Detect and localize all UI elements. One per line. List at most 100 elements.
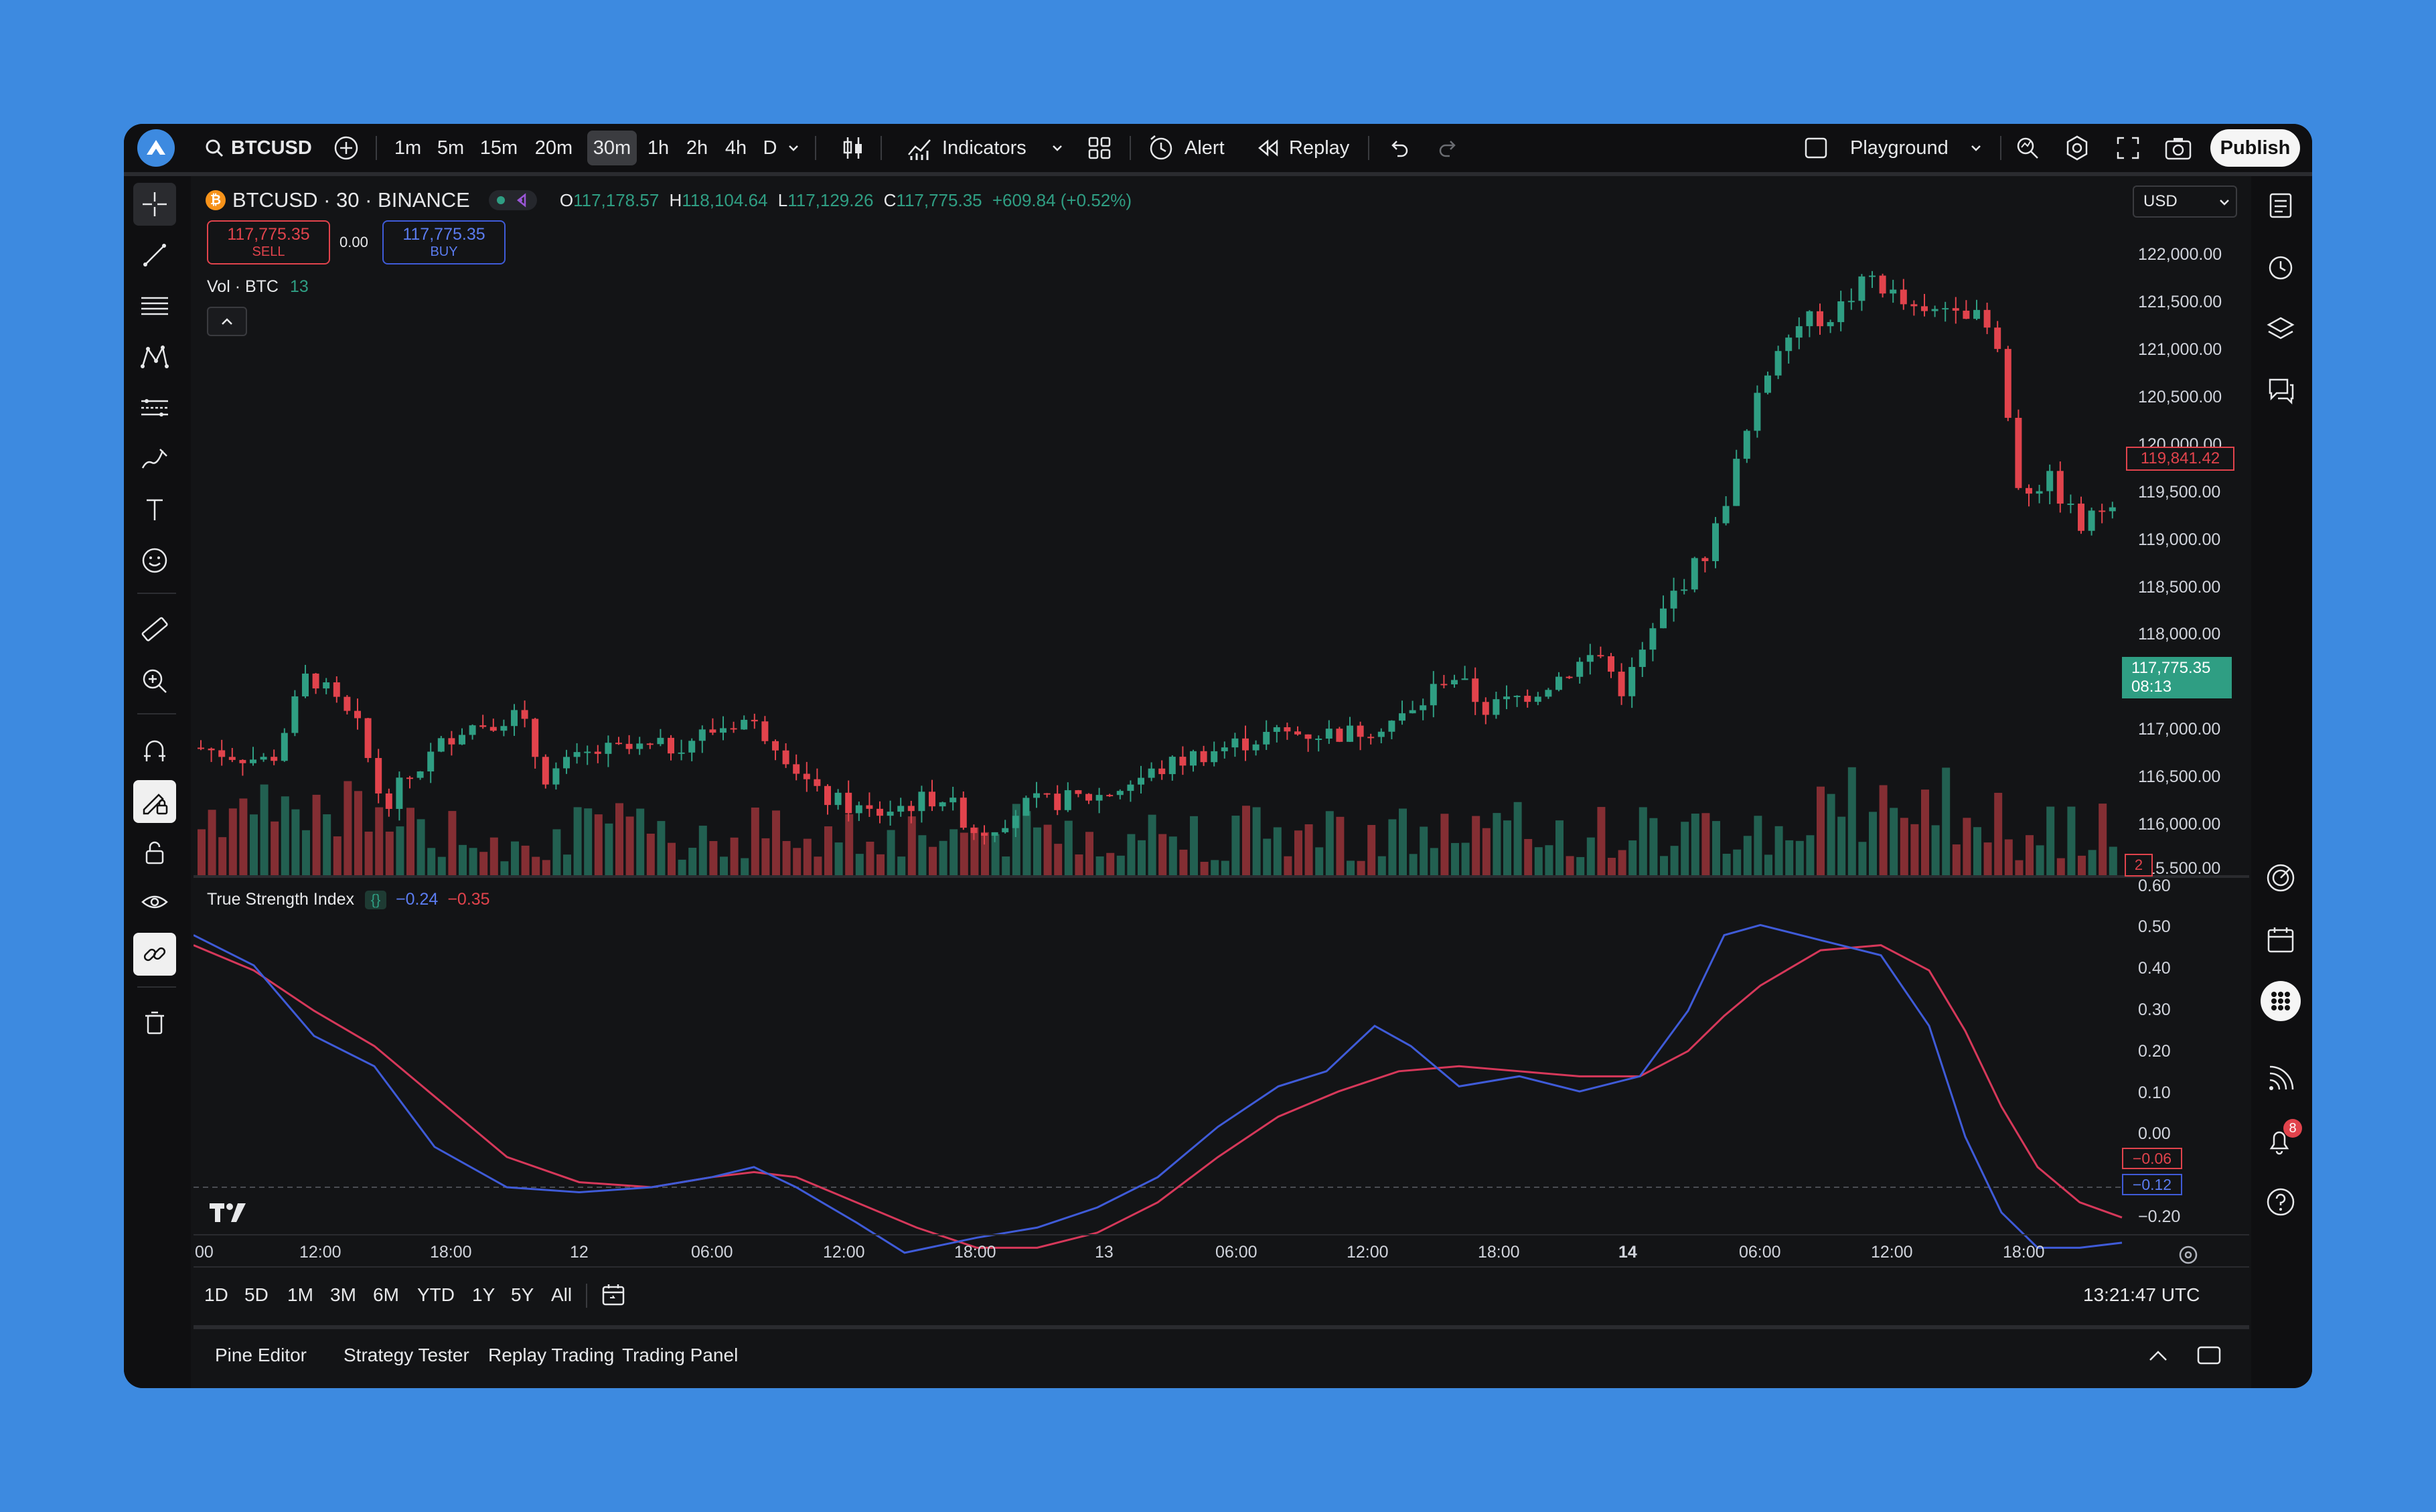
axis-settings-button[interactable] — [2177, 1243, 2200, 1266]
indicators-dropdown[interactable] — [1051, 124, 1064, 172]
tab-pine-editor[interactable]: Pine Editor — [215, 1335, 307, 1376]
logo-icon[interactable] — [137, 129, 175, 167]
range-6m[interactable]: 6M — [373, 1274, 399, 1316]
templates-button[interactable] — [1087, 124, 1112, 172]
volume-bar — [469, 848, 477, 875]
chats-button[interactable] — [2259, 369, 2302, 412]
text-tool[interactable] — [133, 488, 176, 531]
candle — [730, 728, 737, 730]
crosshair-tool[interactable] — [133, 183, 176, 226]
publish-button[interactable]: Publish — [2210, 129, 2300, 167]
volume-bar — [1910, 824, 1919, 875]
forecast-tool[interactable] — [133, 386, 176, 429]
chart-type-button[interactable] — [842, 124, 864, 172]
snapshot-button[interactable] — [2163, 124, 2193, 172]
tab-trading-panel[interactable]: Trading Panel — [622, 1335, 738, 1376]
range-1y[interactable]: 1Y — [472, 1274, 495, 1316]
undo-button[interactable] — [1387, 124, 1411, 172]
tab-replay-trading[interactable]: Replay Trading — [488, 1335, 614, 1376]
timeframe-5m[interactable]: 5m — [433, 131, 468, 165]
sync-drawings-tool[interactable] — [133, 933, 176, 976]
chart-area[interactable]: ₿ BTCUSD · 30 · BINANCE O117,178.57 H118… — [194, 176, 2249, 1266]
layout-name-button[interactable]: Playground — [1850, 124, 1949, 172]
technicals-button[interactable] — [2259, 856, 2302, 899]
notifications-button[interactable]: 8 — [2259, 1119, 2302, 1162]
market-status-icon[interactable] — [488, 190, 537, 210]
chart-canvas[interactable] — [194, 176, 2249, 1266]
add-symbol-button[interactable] — [333, 124, 360, 172]
range-all[interactable]: All — [551, 1274, 572, 1316]
lock-drawing-tool[interactable] — [133, 780, 176, 823]
range-1m[interactable]: 1M — [287, 1274, 313, 1316]
tradingview-logo[interactable] — [208, 1201, 252, 1225]
measure-tool[interactable] — [133, 609, 176, 652]
volume-bar — [1733, 849, 1742, 875]
maximize-panel-button[interactable] — [2196, 1335, 2222, 1376]
lock-all-tool[interactable] — [133, 831, 176, 874]
timeframe-20m[interactable]: 20m — [532, 131, 575, 165]
expand-panel-button[interactable] — [2145, 1335, 2172, 1376]
trend-line-tool[interactable] — [133, 234, 176, 277]
zoom-tool[interactable] — [133, 660, 176, 702]
hide-drawings-tool[interactable] — [133, 882, 176, 925]
symbol-title[interactable]: BTCUSD · 30 · BINANCE — [232, 188, 470, 212]
range-3m[interactable]: 3M — [330, 1274, 356, 1316]
streams-button[interactable] — [2259, 1057, 2302, 1100]
emoji-tool[interactable] — [133, 539, 176, 582]
candle — [668, 737, 674, 754]
clock-display[interactable]: 13:21:47 UTC — [2083, 1274, 2200, 1316]
timeframe-4h[interactable]: 4h — [722, 131, 749, 165]
volume-bar — [845, 814, 854, 875]
layout-dropdown[interactable] — [1969, 124, 1983, 172]
volume-bar — [1231, 816, 1240, 875]
candle — [1315, 739, 1322, 741]
range-5d[interactable]: 5D — [244, 1274, 269, 1316]
redo-button[interactable] — [1436, 124, 1460, 172]
magnet-tool[interactable] — [133, 729, 176, 772]
buy-button[interactable]: 117,775.35 BUY — [382, 220, 506, 264]
currency-select[interactable]: USD — [2133, 185, 2237, 218]
timeframe-d[interactable]: D — [760, 131, 780, 165]
replay-button[interactable]: Replay — [1255, 124, 1349, 172]
divider — [137, 713, 176, 714]
indicator-legend[interactable]: True Strength Index {} −0.24 −0.35 — [207, 890, 490, 909]
sell-button[interactable]: 117,775.35 SELL — [207, 220, 330, 264]
calendar-button[interactable] — [2259, 918, 2302, 961]
indicators-button[interactable]: Indicators — [906, 124, 1026, 172]
code-braces-icon[interactable]: {} — [365, 890, 387, 909]
volume-bar — [1754, 816, 1762, 875]
timeframe-15m[interactable]: 15m — [477, 131, 520, 165]
volume-bar — [228, 808, 237, 875]
timeframe-dropdown[interactable] — [787, 124, 800, 172]
symbol-search[interactable]: BTCUSD — [204, 124, 312, 172]
quick-search-button[interactable] — [2013, 124, 2042, 172]
fib-tool[interactable] — [133, 285, 176, 327]
timeframe-2h[interactable]: 2h — [684, 131, 710, 165]
collapse-legend-button[interactable] — [207, 307, 247, 336]
goto-date-button[interactable] — [601, 1274, 627, 1316]
alerts-button[interactable] — [2259, 246, 2302, 289]
timeframe-30m[interactable]: 30m — [587, 131, 637, 165]
range-1d[interactable]: 1D — [204, 1274, 228, 1316]
range-ytd[interactable]: YTD — [417, 1274, 455, 1316]
candle — [709, 729, 716, 733]
layout-checkbox[interactable] — [1803, 124, 1830, 172]
brush-tool[interactable] — [133, 437, 176, 480]
volume-bar — [1127, 834, 1136, 875]
tab-strategy-tester[interactable]: Strategy Tester — [344, 1335, 469, 1376]
watchlist-button[interactable] — [2259, 184, 2302, 227]
pattern-tool[interactable] — [133, 335, 176, 378]
fullscreen-button[interactable] — [2115, 124, 2141, 172]
products-button[interactable] — [2259, 980, 2302, 1023]
pane-divider[interactable] — [194, 875, 2249, 878]
range-5y[interactable]: 5Y — [511, 1274, 534, 1316]
remove-drawings-tool[interactable] — [133, 1001, 176, 1044]
timeframe-1h[interactable]: 1h — [645, 131, 672, 165]
symbol-label: BTCUSD — [231, 137, 312, 159]
object-tree-button[interactable] — [2259, 307, 2302, 350]
alert-button[interactable]: Alert — [1147, 124, 1225, 172]
timeframe-1m[interactable]: 1m — [390, 131, 425, 165]
help-button[interactable] — [2259, 1181, 2302, 1223]
volume-legend[interactable]: Vol · BTC 13 — [207, 277, 309, 297]
settings-button[interactable] — [2063, 124, 2091, 172]
